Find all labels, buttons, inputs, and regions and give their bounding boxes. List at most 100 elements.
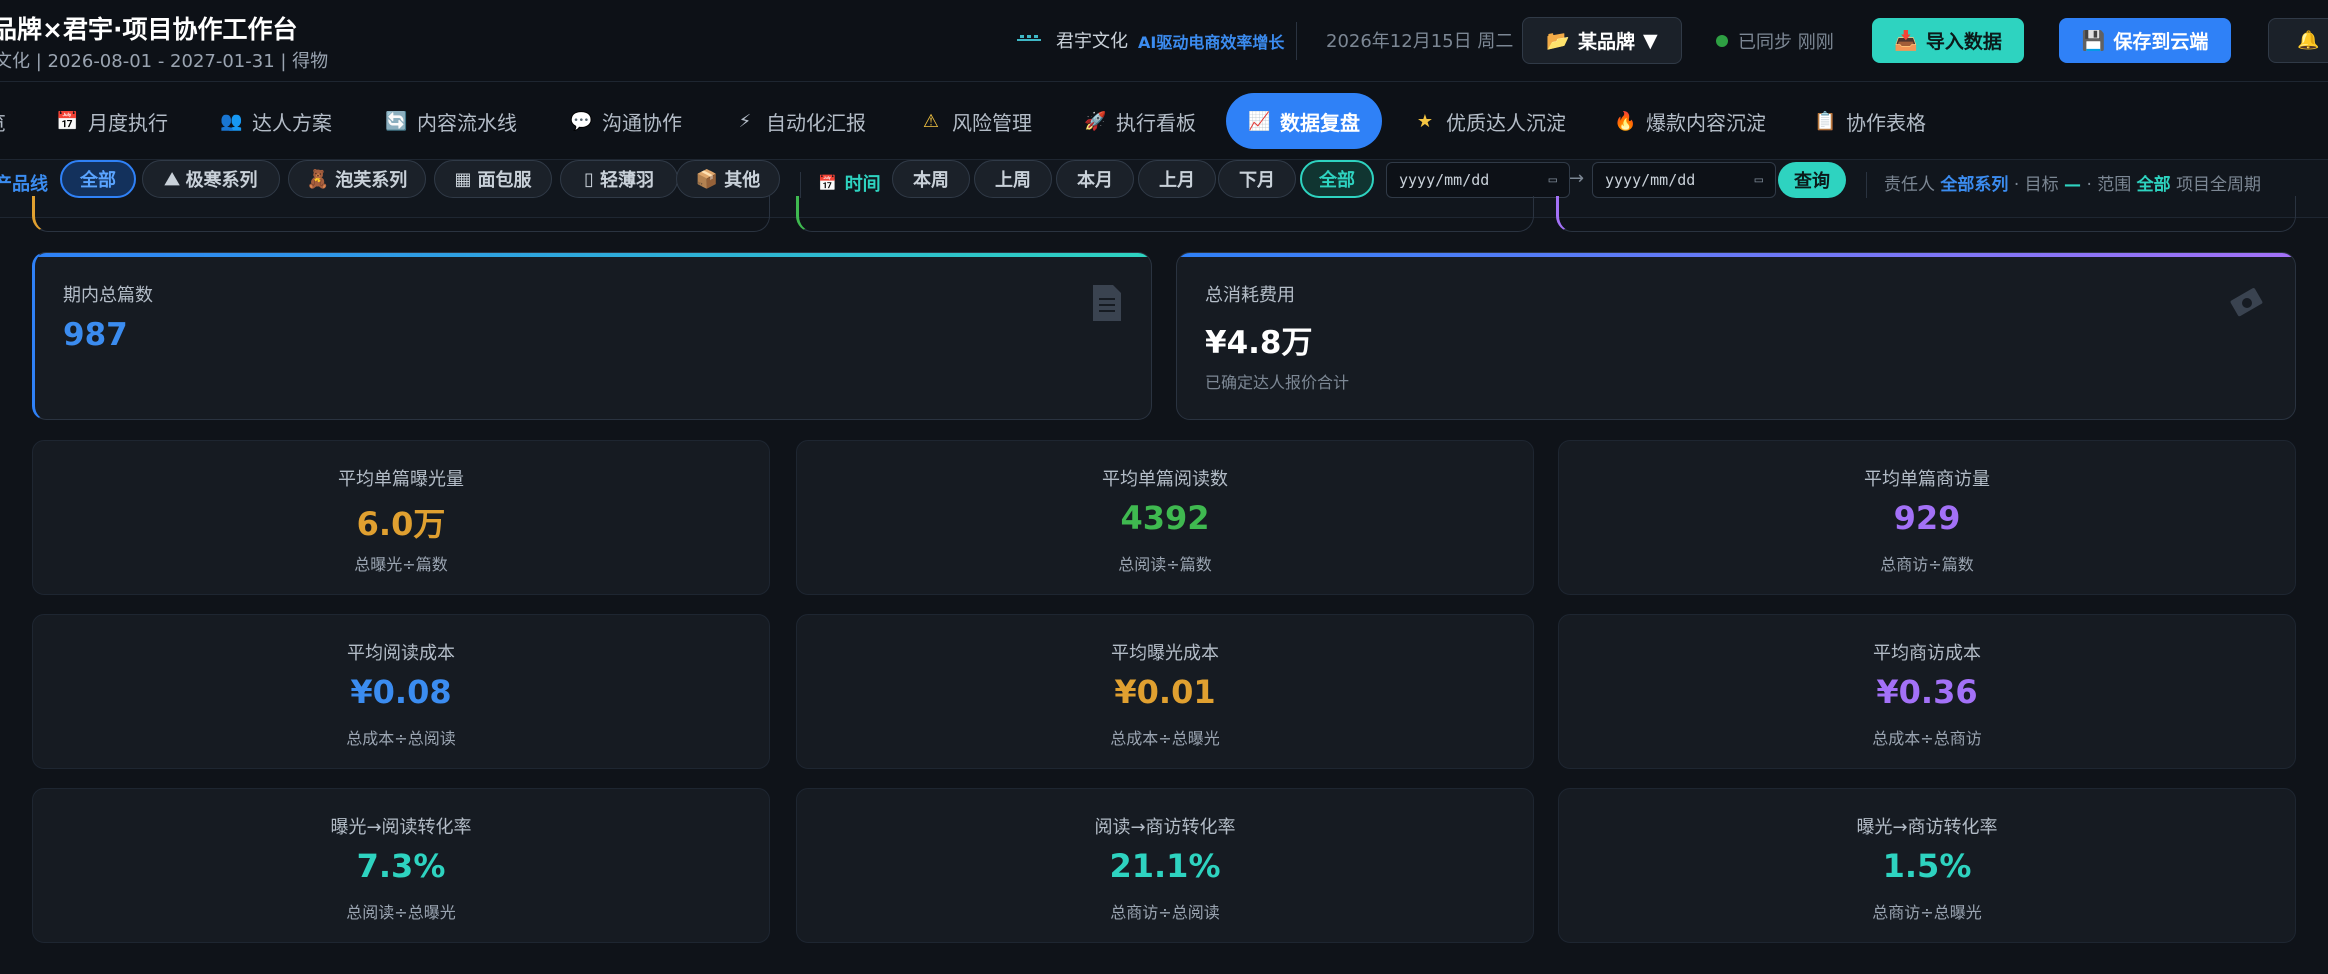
tab-label: 自动化汇报 bbox=[766, 110, 866, 135]
mountain-icon: ⛰ bbox=[164, 168, 180, 190]
tab-label: 执行看板 bbox=[1116, 110, 1196, 135]
tab-content-pipeline[interactable]: 🔄 内容流水线 bbox=[385, 93, 517, 149]
metric-card: 平均单篇曝光量 6.0万 总曝光÷篇数 bbox=[32, 440, 770, 595]
tab-communication[interactable]: 💬 沟通协作 bbox=[570, 93, 682, 149]
product-chip-light-down[interactable]: ▯ 轻薄羽 bbox=[560, 160, 678, 198]
calendar-icon: 📅 bbox=[56, 110, 79, 132]
tab-influencer-plan[interactable]: 👥 达人方案 bbox=[220, 93, 332, 149]
chip-label: 极寒系列 bbox=[185, 170, 258, 191]
brand-select-dropdown[interactable]: 📂 某品牌 ▼ bbox=[1522, 17, 1682, 64]
clipboard-icon: 📋 bbox=[1814, 110, 1837, 132]
total-cost-card: 总消耗费用 ¥4.8万 已确定达人报价合计 bbox=[1176, 252, 2296, 420]
app-header: 品牌×君宇·项目协作工作台 文化 | 2026-08-01 - 2027-01-… bbox=[0, 0, 2328, 82]
metric-card: 平均单篇商访量 929 总商访÷篇数 bbox=[1558, 440, 2296, 595]
tab-auto-report[interactable]: ⚡ 自动化汇报 bbox=[734, 93, 866, 149]
metric-label: 平均曝光成本 bbox=[1111, 643, 1219, 664]
refresh-icon: 🔄 bbox=[385, 110, 408, 132]
main-nav: 览 📅 月度执行 👥 达人方案 🔄 内容流水线 💬 沟通协作 ⚡ 自动化汇报 ⚠… bbox=[0, 82, 2328, 160]
date-to-input[interactable]: yyyy/mm/dd ▭ bbox=[1592, 162, 1776, 198]
metric-label: 平均阅读成本 bbox=[347, 643, 455, 664]
metric-note: 总曝光÷篇数 bbox=[354, 555, 448, 574]
folder-icon: 📂 bbox=[1546, 30, 1571, 52]
metric-value: 929 bbox=[1893, 499, 1961, 537]
total-posts-card: 期内总篇数 987 bbox=[32, 252, 1152, 420]
tab-label: 协作表格 bbox=[1846, 110, 1926, 135]
meta-separator: · bbox=[2086, 175, 2092, 195]
time-chip-last-month[interactable]: 上月 bbox=[1138, 160, 1216, 198]
tab-label: 沟通协作 bbox=[602, 110, 682, 135]
date-to-placeholder: yyyy/mm/dd bbox=[1605, 171, 1696, 189]
metric-card: 平均阅读成本 ¥0.08 总成本÷总阅读 bbox=[32, 614, 770, 769]
query-button[interactable]: 查询 bbox=[1778, 162, 1846, 198]
metric-value: ¥0.01 bbox=[1114, 673, 1216, 711]
product-chip-puff[interactable]: 🧸 泡芙系列 bbox=[288, 160, 426, 198]
rocket-icon: 🚀 bbox=[1084, 110, 1107, 132]
lightning-icon: ⚡ bbox=[738, 110, 752, 132]
filter-divider bbox=[800, 172, 801, 198]
metric-label: 平均单篇商访量 bbox=[1864, 469, 1990, 490]
save-to-cloud-button[interactable]: 💾 保存到云端 bbox=[2059, 18, 2231, 63]
tab-risk-management[interactable]: ⚠ 风险管理 bbox=[920, 93, 1032, 149]
import-data-label: 导入数据 bbox=[1925, 31, 2002, 53]
tab-quality-influencers[interactable]: ★ 优质达人沉淀 bbox=[1414, 93, 1566, 149]
scope-value: 全部 bbox=[2136, 175, 2171, 195]
brand-logo-icon bbox=[1016, 33, 1042, 47]
upload-icon: 📥 bbox=[1894, 30, 1918, 52]
metric-label: 曝光→阅读转化率 bbox=[330, 817, 472, 838]
product-chip-other[interactable]: 📦 其他 bbox=[676, 160, 780, 198]
owner-key: 责任人 bbox=[1884, 175, 1935, 195]
save-to-cloud-label: 保存到云端 bbox=[2113, 31, 2209, 53]
metric-card: 平均商访成本 ¥0.36 总成本÷总商访 bbox=[1558, 614, 2296, 769]
total-cost-label: 总消耗费用 bbox=[1205, 285, 1295, 306]
partial-card-above bbox=[32, 196, 770, 232]
metric-note: 总成本÷总阅读 bbox=[346, 729, 456, 748]
people-icon: 👥 bbox=[220, 110, 243, 132]
bell-icon: 🔔 bbox=[2297, 30, 2320, 51]
product-chip-bread-jacket[interactable]: ▦ 面包服 bbox=[434, 160, 552, 198]
partial-card-above bbox=[796, 196, 1534, 232]
fire-icon: 🔥 bbox=[1614, 110, 1637, 132]
metric-note: 总商访÷总曝光 bbox=[1872, 903, 1982, 922]
metric-card: 曝光→阅读转化率 7.3% 总阅读÷总曝光 bbox=[32, 788, 770, 943]
sync-status-text: 已同步 刚刚 bbox=[1738, 32, 1834, 53]
sync-status: 已同步 刚刚 bbox=[1716, 28, 1834, 54]
time-label: 📅 时间 bbox=[818, 170, 881, 196]
tab-execution-board[interactable]: 🚀 执行看板 bbox=[1084, 93, 1196, 149]
time-chip-all[interactable]: 全部 bbox=[1300, 160, 1374, 198]
product-chip-extreme-cold[interactable]: ⛰ 极寒系列 bbox=[142, 160, 280, 198]
calendar-picker-icon[interactable]: ▭ bbox=[1549, 172, 1557, 188]
metric-note: 总成本÷总曝光 bbox=[1110, 729, 1220, 748]
tab-label: 内容流水线 bbox=[417, 110, 517, 135]
chat-icon: 💬 bbox=[570, 110, 593, 132]
time-label-text: 时间 bbox=[844, 174, 881, 195]
brand-name: 君宇文化 bbox=[1056, 31, 1128, 52]
tab-partial[interactable]: 览 bbox=[0, 93, 6, 149]
metric-label: 平均单篇曝光量 bbox=[338, 469, 464, 490]
metric-note: 总商访÷总阅读 bbox=[1110, 903, 1220, 922]
card-accent-line bbox=[1177, 253, 2295, 257]
date-from-input[interactable]: yyyy/mm/dd ▭ bbox=[1386, 162, 1570, 198]
notification-button[interactable]: 🔔 bbox=[2268, 18, 2328, 63]
time-chip-this-month[interactable]: 本月 bbox=[1056, 160, 1134, 198]
calendar-picker-icon[interactable]: ▭ bbox=[1755, 172, 1763, 188]
date-from-placeholder: yyyy/mm/dd bbox=[1399, 171, 1490, 189]
time-chip-next-month[interactable]: 下月 bbox=[1218, 160, 1296, 198]
bear-icon: 🧸 bbox=[306, 168, 330, 190]
import-data-button[interactable]: 📥 导入数据 bbox=[1872, 18, 2024, 63]
product-chip-all[interactable]: 全部 bbox=[60, 160, 136, 198]
tab-monthly-execution[interactable]: 📅 月度执行 bbox=[56, 93, 168, 149]
chart-icon: 📈 bbox=[1248, 110, 1271, 132]
metric-note: 总阅读÷总曝光 bbox=[346, 903, 456, 922]
current-date: 2026年12月15日 周二 bbox=[1326, 31, 1514, 52]
tab-data-review[interactable]: 📈 数据复盘 bbox=[1226, 93, 1382, 149]
chip-label: 轻薄羽 bbox=[599, 170, 654, 191]
metric-value: 7.3% bbox=[356, 847, 446, 885]
time-chip-last-week[interactable]: 上周 bbox=[974, 160, 1052, 198]
tab-collab-sheet[interactable]: 📋 协作表格 bbox=[1814, 93, 1926, 149]
tab-viral-content[interactable]: 🔥 爆款内容沉淀 bbox=[1614, 93, 1766, 149]
time-chip-this-week[interactable]: 本周 bbox=[892, 160, 970, 198]
project-subtitle: 文化 | 2026-08-01 - 2027-01-31 | 得物 bbox=[0, 51, 329, 72]
scope-key: 范围 bbox=[2097, 175, 2132, 195]
total-cost-note: 已确定达人报价合计 bbox=[1205, 373, 1350, 392]
brand-select-value: 某品牌 bbox=[1578, 31, 1636, 53]
